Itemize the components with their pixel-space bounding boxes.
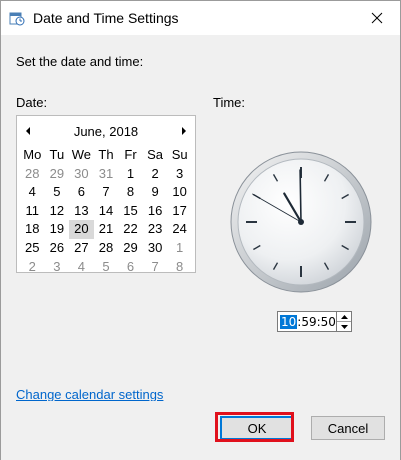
date-label: Date: bbox=[16, 95, 48, 110]
calendar-day[interactable]: 1 bbox=[167, 239, 192, 258]
calendar-week-row: 18 19 20 21 22 23 24 bbox=[20, 220, 192, 239]
calendar-day[interactable]: 18 bbox=[20, 220, 45, 239]
time-up-button[interactable] bbox=[337, 312, 351, 322]
calendar-day[interactable]: 2 bbox=[143, 165, 168, 184]
weekday-label: Th bbox=[98, 147, 114, 162]
calendar-day[interactable]: 30 bbox=[69, 165, 94, 184]
close-icon bbox=[371, 12, 383, 24]
analog-clock bbox=[230, 151, 372, 293]
time-label: Time: bbox=[213, 95, 246, 110]
dialog-heading: Set the date and time: bbox=[16, 54, 144, 69]
calendar-day[interactable]: 13 bbox=[69, 202, 94, 221]
calendar-day[interactable]: 30 bbox=[143, 239, 168, 258]
calendar-day[interactable]: 3 bbox=[45, 258, 70, 277]
calendar-day[interactable]: 7 bbox=[94, 183, 119, 202]
calendar-day[interactable]: 28 bbox=[94, 239, 119, 258]
calendar-day[interactable]: 4 bbox=[69, 258, 94, 277]
calendar-week-row: 28 29 30 31 1 2 3 bbox=[20, 165, 192, 184]
calendar: June, 2018 Mo Tu We Th Fr Sa Su 28 29 30 31… bbox=[16, 115, 196, 276]
close-button[interactable] bbox=[354, 1, 400, 35]
window-title: Date and Time Settings bbox=[33, 10, 179, 26]
clock-settings-icon bbox=[9, 10, 25, 26]
weekday-label: Tu bbox=[49, 147, 65, 162]
weekday-header-row: Mo Tu We Th Fr Sa Su bbox=[20, 146, 192, 165]
clock-center-pin bbox=[298, 219, 304, 225]
calendar-day[interactable]: 4 bbox=[20, 183, 45, 202]
dialog-footer: OK Cancel bbox=[1, 401, 400, 460]
calendar-day[interactable]: 31 bbox=[94, 165, 119, 184]
calendar-month-label[interactable]: June, 2018 bbox=[17, 124, 195, 139]
calendar-day[interactable]: 21 bbox=[94, 220, 119, 239]
calendar-day[interactable]: 10 bbox=[167, 183, 192, 202]
next-month-button[interactable] bbox=[177, 124, 189, 136]
dialog-content: Set the date and time: Date: Time: June,… bbox=[1, 35, 400, 402]
calendar-day[interactable]: 22 bbox=[118, 220, 143, 239]
weekday-label: Su bbox=[171, 147, 188, 162]
time-minutes-field[interactable]: 59 bbox=[301, 315, 316, 329]
calendar-day[interactable]: 29 bbox=[45, 165, 70, 184]
calendar-day-selected[interactable]: 20 bbox=[69, 220, 94, 239]
calendar-grid: Mo Tu We Th Fr Sa Su 28 29 30 31 1 2 3 4 5 6 7 8 9 10… bbox=[20, 146, 192, 276]
calendar-day[interactable]: 9 bbox=[143, 183, 168, 202]
time-spinner bbox=[337, 311, 352, 332]
calendar-day[interactable]: 6 bbox=[69, 183, 94, 202]
weekday-label: Mo bbox=[23, 147, 42, 162]
calendar-day[interactable]: 3 bbox=[167, 165, 192, 184]
calendar-day[interactable]: 25 bbox=[20, 239, 45, 258]
calendar-day[interactable]: 8 bbox=[118, 183, 143, 202]
calendar-day[interactable]: 11 bbox=[20, 202, 45, 221]
calendar-day[interactable]: 14 bbox=[94, 202, 119, 221]
ok-button-highlight bbox=[215, 412, 294, 442]
time-seconds-field[interactable]: 50 bbox=[321, 315, 336, 329]
calendar-week-row: 11 12 13 14 15 16 17 bbox=[20, 202, 192, 221]
calendar-day[interactable]: 5 bbox=[94, 258, 119, 277]
calendar-day[interactable]: 6 bbox=[118, 258, 143, 277]
calendar-day[interactable]: 16 bbox=[143, 202, 168, 221]
calendar-day[interactable]: 29 bbox=[118, 239, 143, 258]
time-down-button[interactable] bbox=[337, 322, 351, 332]
calendar-day[interactable]: 19 bbox=[45, 220, 70, 239]
calendar-week-row: 25 26 27 28 29 30 1 bbox=[20, 239, 192, 258]
calendar-day[interactable]: 1 bbox=[118, 165, 143, 184]
cancel-button[interactable]: Cancel bbox=[311, 416, 385, 440]
time-hours-field[interactable]: 10 bbox=[280, 314, 298, 329]
calendar-day[interactable]: 12 bbox=[45, 202, 70, 221]
time-input[interactable]: 10:59:50 bbox=[277, 311, 337, 332]
weekday-label: Sa bbox=[147, 147, 164, 162]
triangle-up-icon bbox=[340, 314, 348, 319]
change-calendar-settings-link[interactable]: Change calendar settings bbox=[16, 387, 163, 402]
calendar-day[interactable]: 7 bbox=[143, 258, 168, 277]
calendar-day[interactable]: 24 bbox=[167, 220, 192, 239]
weekday-label: Fr bbox=[124, 147, 137, 162]
weekday-label: We bbox=[71, 147, 92, 162]
calendar-day[interactable]: 28 bbox=[20, 165, 45, 184]
calendar-header: June, 2018 bbox=[17, 122, 195, 140]
calendar-day[interactable]: 26 bbox=[45, 239, 70, 258]
calendar-week-row: 2345678 bbox=[20, 258, 192, 277]
calendar-week-row: 4 5 6 7 8 9 10 bbox=[20, 183, 192, 202]
calendar-day[interactable]: 23 bbox=[143, 220, 168, 239]
calendar-day[interactable]: 8 bbox=[167, 258, 192, 277]
triangle-down-icon bbox=[340, 325, 348, 329]
calendar-day[interactable]: 5 bbox=[45, 183, 70, 202]
minute-hand bbox=[299, 169, 302, 223]
calendar-day[interactable]: 27 bbox=[69, 239, 94, 258]
calendar-day[interactable]: 15 bbox=[118, 202, 143, 221]
triangle-right-icon bbox=[182, 127, 186, 135]
calendar-day[interactable]: 2 bbox=[20, 258, 45, 277]
calendar-day[interactable]: 17 bbox=[167, 202, 192, 221]
date-time-settings-dialog: Date and Time Settings Set the date and … bbox=[0, 0, 401, 460]
title-bar: Date and Time Settings bbox=[1, 1, 400, 35]
